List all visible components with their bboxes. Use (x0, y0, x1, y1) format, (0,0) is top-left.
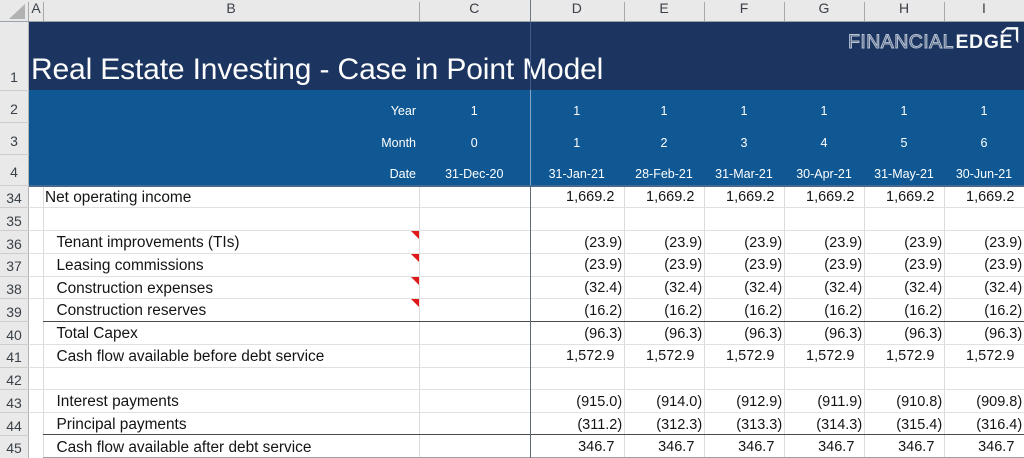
svg-text:FINANCIAL: FINANCIAL (848, 31, 954, 53)
svg-text:EDGE: EDGE (956, 31, 1013, 53)
